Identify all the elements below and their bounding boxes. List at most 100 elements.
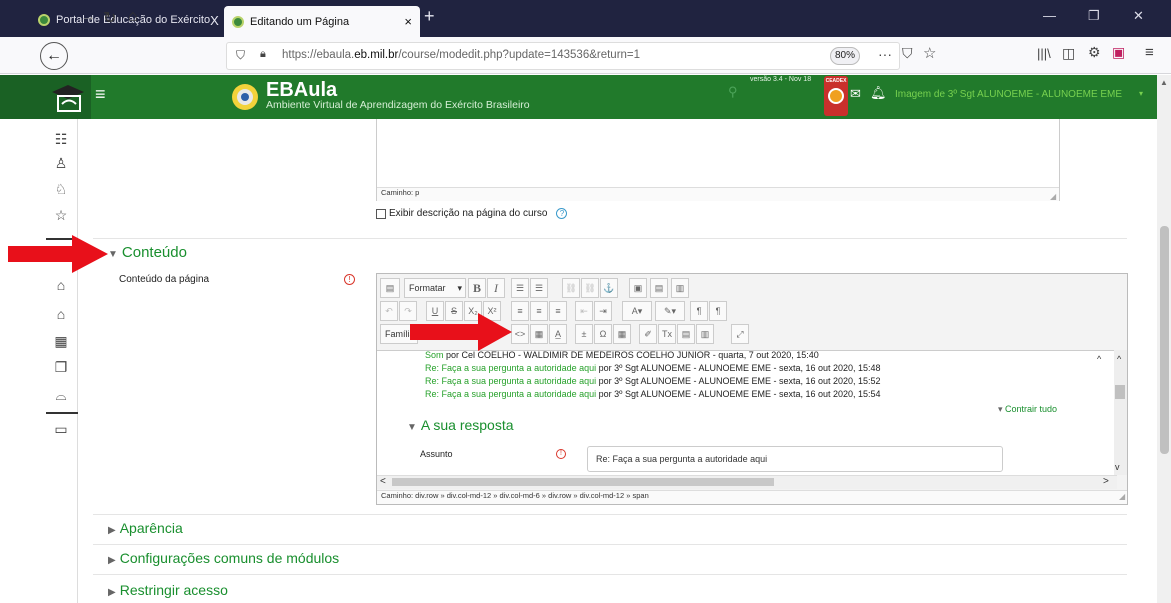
collapse-all-link[interactable]: ▾ Contrair tudo [998, 404, 1057, 415]
scroll-up-icon[interactable]: ^ [1117, 354, 1121, 364]
user-menu-caret-icon[interactable]: ▾ [1139, 89, 1143, 98]
extension-icon[interactable]: ⚙ [1088, 44, 1101, 61]
show-description-checkbox[interactable] [376, 208, 386, 219]
post-title-link[interactable]: Re: Faça a sua pergunta a autoridade aqu… [425, 376, 596, 386]
participants-icon[interactable]: ♙ [50, 155, 72, 172]
bulleted-list-button[interactable]: ☰ [511, 278, 529, 298]
resize-handle-icon[interactable]: ◢ [1119, 492, 1125, 501]
image-button[interactable]: ▣ [629, 278, 647, 298]
file-button[interactable]: ▥ [671, 278, 689, 298]
calendar-icon[interactable]: ▦ [50, 333, 72, 350]
badges-icon[interactable]: ♘ [50, 181, 72, 198]
format-select[interactable]: Formatar ▾ [404, 278, 466, 298]
more-actions-icon[interactable]: ··· [878, 46, 892, 62]
search-icon[interactable]: ⚲ [728, 84, 738, 100]
your-answer-header[interactable]: ▼ A sua resposta [407, 417, 514, 433]
menu-icon[interactable]: ≡ [1145, 44, 1154, 61]
media-button[interactable]: ▤ [650, 278, 668, 298]
pocket-icon[interactable]: ⛉ [902, 45, 913, 62]
user-menu-link[interactable]: Imagem de 3º Sgt ALUNOEME - ALUNOEME EME [895, 89, 1122, 100]
inner-scroll-up-icon[interactable]: ^ [1097, 354, 1101, 364]
editor-scroll-thumb[interactable] [1115, 385, 1125, 399]
link-button[interactable]: ⛓ [562, 278, 580, 298]
new-tab-button[interactable]: + [424, 6, 435, 27]
site-home-icon[interactable]: ⌂ [50, 306, 72, 322]
tab-editando[interactable]: Editando um Página × [224, 6, 420, 37]
forward-button[interactable]: → [80, 8, 96, 26]
unlink-button[interactable]: ⛓ [581, 278, 599, 298]
scroll-up-icon[interactable]: ▲ [1160, 78, 1168, 87]
dashboard-grid-icon[interactable]: ☷ [50, 131, 72, 148]
scroll-down-icon[interactable]: v [1115, 462, 1120, 472]
align-center-button[interactable]: ≡ [530, 301, 548, 321]
indent-button[interactable]: ⇥ [594, 301, 612, 321]
messages-icon[interactable]: ✉ [850, 86, 861, 102]
window-close-icon[interactable]: ✕ [1133, 8, 1144, 24]
paste-text-button[interactable]: ▤ [677, 324, 695, 344]
sidebar-toggle-icon[interactable]: ◫ [1062, 45, 1075, 62]
editor-vertical-scrollbar[interactable] [1114, 350, 1127, 475]
lock-icon[interactable]: 🔒︎ [260, 48, 266, 61]
align-right-button[interactable]: ≡ [549, 301, 567, 321]
section-config-header[interactable]: ▶ Configurações comuns de módulos [108, 550, 339, 566]
private-files-icon[interactable]: ❐ [50, 359, 72, 376]
bold-button[interactable]: B [468, 278, 486, 298]
table-button[interactable]: ▦ [613, 324, 631, 344]
numbered-list-button[interactable]: ☰ [530, 278, 548, 298]
shield-icon[interactable]: ⛉ [236, 48, 245, 63]
home-icon[interactable]: ⌂ [50, 277, 72, 293]
bookmark-star-icon[interactable]: ☆ [923, 44, 936, 62]
ceadex-badge-icon[interactable]: CEADEX [824, 76, 848, 116]
horizontal-scroll-thumb[interactable] [392, 478, 774, 486]
italic-button[interactable]: I [487, 278, 505, 298]
home-button[interactable]: ⌂ [128, 8, 138, 26]
undo-button[interactable]: ↶ [380, 301, 398, 321]
help-icon[interactable]: ? [556, 208, 568, 219]
ltr-button[interactable]: ¶ [690, 301, 708, 321]
competencies-star-icon[interactable]: ☆ [50, 207, 72, 224]
text-color-button[interactable]: A▾ [622, 301, 652, 321]
background-color-button[interactable]: ✎▾ [655, 301, 685, 321]
paste-word-button[interactable]: ▥ [696, 324, 714, 344]
spellcheck-button[interactable]: A̲ [549, 324, 567, 344]
library-icon[interactable]: |||\ [1037, 46, 1051, 61]
url-text[interactable]: https://ebaula.eb.mil.br/course/modedit.… [282, 49, 640, 61]
toolbar-toggle-icon[interactable]: ▤ [380, 278, 400, 298]
assunto-input[interactable]: Re: Faça a sua pergunta a autoridade aqu… [587, 446, 1003, 472]
equation-button[interactable]: ± [575, 324, 593, 344]
scroll-left-icon[interactable]: < [380, 476, 386, 487]
post-title-link[interactable]: Re: Faça a sua pergunta a autoridade aqu… [425, 389, 596, 399]
anchor-button[interactable]: ⚓ [600, 278, 618, 298]
pocket-extension-icon[interactable]: ▣ [1112, 44, 1125, 61]
section-aparencia-header[interactable]: ▶ Aparência [108, 520, 183, 536]
page-scrollbar-thumb[interactable] [1160, 226, 1169, 454]
remove-format-button[interactable]: Tx [658, 324, 676, 344]
back-button[interactable]: ← [40, 42, 68, 70]
folder-icon[interactable]: ▭ [50, 421, 72, 438]
resize-handle-icon[interactable]: ◢ [1050, 192, 1056, 201]
hamburger-menu-icon[interactable]: ≡ [95, 84, 106, 105]
fullscreen-button[interactable]: ⤢ [731, 324, 749, 344]
notifications-bell-icon[interactable]: 🔔︎ [870, 85, 887, 101]
outdent-button[interactable]: ⇤ [575, 301, 593, 321]
scroll-right-icon[interactable]: > [1103, 476, 1109, 487]
restore-icon[interactable]: ❐ [1088, 8, 1100, 24]
description-editor-path: Caminho: p [377, 187, 1059, 201]
rtl-button[interactable]: ¶ [709, 301, 727, 321]
section-conteudo-header[interactable]: ▼ Conteúdo [108, 244, 187, 261]
special-chars-button[interactable]: Ω [594, 324, 612, 344]
tab-portal[interactable]: Portal de Educação do Exército X [30, 7, 220, 33]
show-description-label[interactable]: Exibir descrição na página do curso [389, 208, 547, 219]
close-tab-icon[interactable]: X [210, 13, 219, 28]
post-meta: por 3º Sgt ALUNOEME - ALUNOEME EME - sex… [598, 363, 881, 373]
zoom-level[interactable]: 80% [830, 47, 860, 65]
courses-graduation-icon[interactable]: ⌓ [50, 387, 72, 404]
section-restringir-header[interactable]: ▶ Restringir acesso [108, 582, 228, 598]
find-replace-button[interactable]: ▦ [530, 324, 548, 344]
minimize-icon[interactable]: — [1043, 8, 1056, 23]
clear-format-button[interactable]: ✐ [639, 324, 657, 344]
close-tab-icon[interactable]: × [404, 14, 412, 29]
section-config-title: Configurações comuns de módulos [119, 550, 340, 566]
post-title-link[interactable]: Re: Faça a sua pergunta a autoridade aqu… [425, 363, 596, 373]
reload-button[interactable]: ↻ [103, 8, 116, 28]
